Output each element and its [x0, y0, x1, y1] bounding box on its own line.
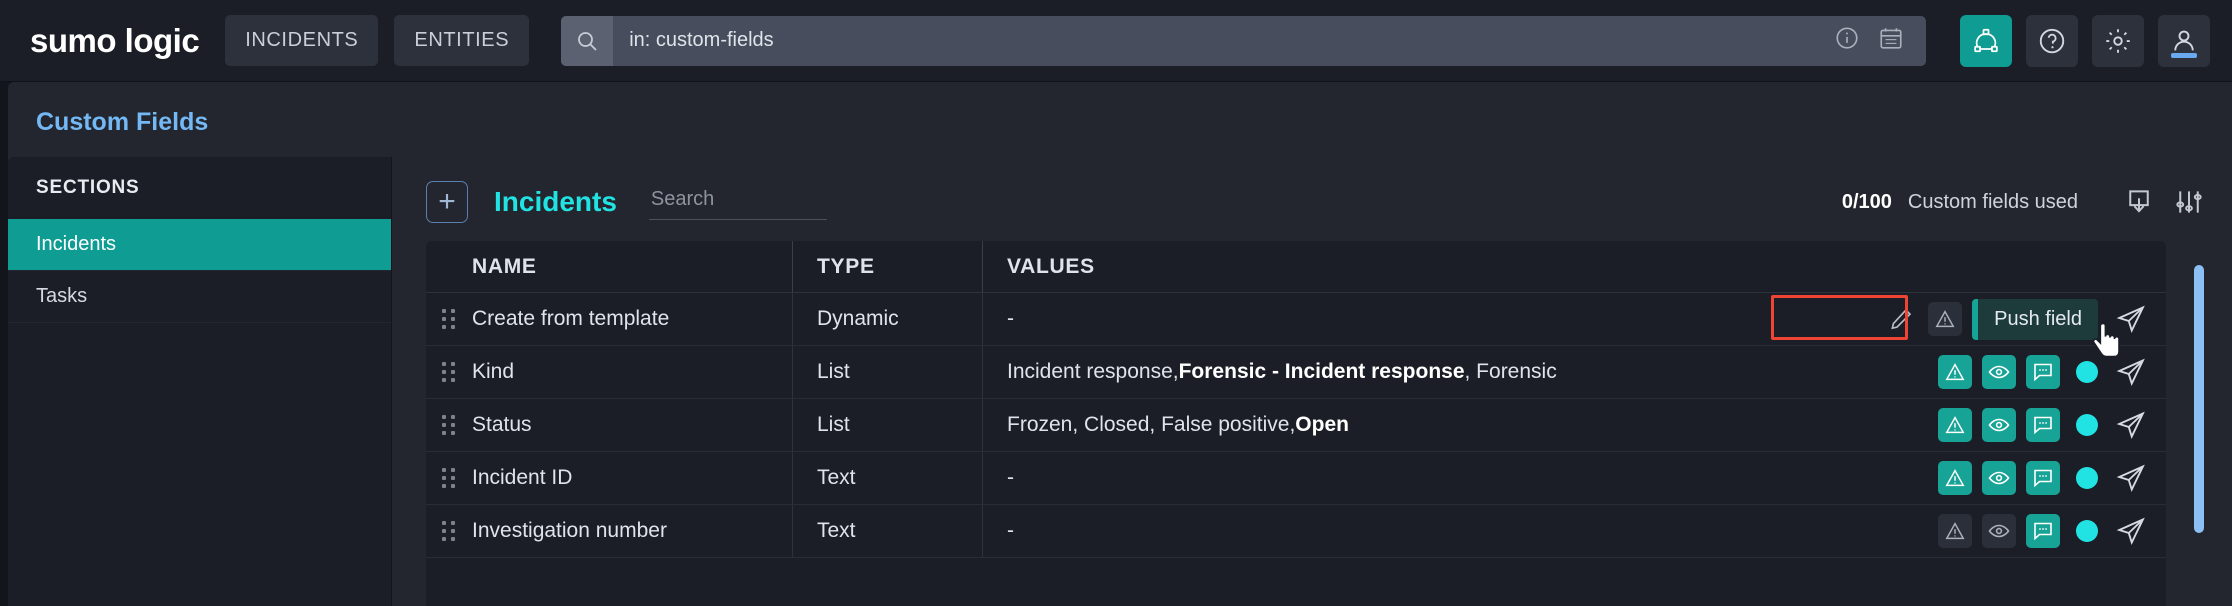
help-icon[interactable] [2026, 15, 2078, 67]
status-dot-icon[interactable] [2076, 520, 2098, 542]
values-bold: Open [1295, 413, 1349, 437]
global-search-input[interactable] [613, 29, 1834, 52]
table-row[interactable]: Create from template Dynamic - [426, 293, 2166, 346]
filter-settings-icon[interactable] [2174, 187, 2204, 217]
table-row[interactable]: Status List Frozen, Closed, False positi… [426, 399, 2166, 452]
field-name: Status [472, 413, 792, 437]
status-dot-icon[interactable] [2076, 361, 2098, 383]
eye-icon[interactable] [1982, 514, 2016, 548]
field-values: Incident response, Forensic - Incident r… [982, 346, 1938, 398]
values-bold: Forensic - Incident response [1179, 360, 1465, 384]
comment-icon[interactable] [2026, 461, 2060, 495]
main-panel: + Incidents 0/100 Custom fields used [392, 157, 2232, 606]
global-search-bar[interactable] [561, 16, 1926, 66]
custom-fields-used-count: 0/100 [1842, 191, 1892, 214]
edit-pencil-icon[interactable] [1884, 302, 1918, 336]
eye-icon[interactable] [1982, 461, 2016, 495]
warning-triangle-icon[interactable] [1938, 461, 1972, 495]
values-plain: Incident response, [1007, 360, 1179, 384]
field-type: Text [792, 505, 982, 557]
values-tail: , Forensic [1465, 360, 1557, 384]
push-field-send-icon[interactable] [2114, 514, 2148, 548]
add-field-button[interactable]: + [426, 181, 468, 223]
push-field-send-icon[interactable] [2114, 355, 2148, 389]
search-icon [561, 16, 613, 66]
network-graph-icon[interactable] [1960, 15, 2012, 67]
drag-handle-icon[interactable] [426, 521, 472, 541]
field-values: - [982, 293, 1884, 345]
table-search-input[interactable] [649, 184, 827, 220]
gear-icon[interactable] [2092, 15, 2144, 67]
field-type: Text [792, 452, 982, 504]
push-field-send-icon[interactable] [2114, 461, 2148, 495]
push-field-send-icon[interactable] [2114, 302, 2148, 336]
row-actions [1938, 408, 2166, 442]
sidebar-item-incidents[interactable]: Incidents [8, 219, 391, 271]
sumo-logic-logo: sumo logic [30, 22, 199, 60]
sections-sidebar: SECTIONS Incidents Tasks [8, 157, 392, 606]
drag-handle-icon[interactable] [426, 362, 472, 382]
warning-triangle-icon[interactable] [1928, 302, 1962, 336]
column-header-type[interactable]: TYPE [792, 241, 982, 292]
row-actions [1938, 355, 2166, 389]
drag-handle-icon[interactable] [426, 415, 472, 435]
comment-icon[interactable] [2026, 514, 2060, 548]
warning-triangle-icon[interactable] [1938, 355, 1972, 389]
section-title: Incidents [494, 186, 617, 218]
push-field-send-icon[interactable] [2114, 408, 2148, 442]
warning-triangle-icon[interactable] [1938, 408, 1972, 442]
status-dot-icon[interactable] [2076, 414, 2098, 436]
column-header-name[interactable]: NAME [472, 255, 792, 279]
field-name: Investigation number [472, 519, 792, 543]
comment-icon[interactable] [2026, 408, 2060, 442]
field-values: - [982, 452, 1938, 504]
custom-fields-used-label: Custom fields used [1908, 191, 2078, 214]
table-toolbar: + Incidents 0/100 Custom fields used [392, 157, 2232, 241]
page-title: Custom Fields [8, 82, 2232, 157]
values-plain: Frozen, Closed, False positive, [1007, 413, 1295, 437]
push-field-tooltip: Push field [1972, 299, 2098, 340]
calendar-icon[interactable] [1878, 25, 1904, 56]
eye-icon[interactable] [1982, 355, 2016, 389]
page-inner: Custom Fields SECTIONS Incidents Tasks +… [8, 82, 2232, 606]
field-type: List [792, 346, 982, 398]
table-row[interactable]: Incident ID Text - [426, 452, 2166, 505]
field-type: Dynamic [792, 293, 982, 345]
field-values: Frozen, Closed, False positive, Open [982, 399, 1938, 451]
nav-tab-incidents[interactable]: INCIDENTS [225, 15, 378, 66]
comment-icon[interactable] [2026, 355, 2060, 389]
drag-handle-icon[interactable] [426, 309, 472, 329]
row-actions [1938, 461, 2166, 495]
row-actions: Push field [1884, 299, 2166, 340]
eye-icon[interactable] [1982, 408, 2016, 442]
push-field-tooltip-wrap: Push field [1972, 299, 2148, 340]
import-icon[interactable] [2124, 187, 2154, 217]
body-split: SECTIONS Incidents Tasks + Incidents 0/1… [8, 157, 2232, 606]
column-header-values[interactable]: VALUES [982, 241, 2166, 292]
field-name: Kind [472, 360, 792, 384]
sidebar-item-tasks[interactable]: Tasks [8, 271, 391, 323]
field-name: Create from template [472, 307, 792, 331]
nav-tab-entities[interactable]: ENTITIES [394, 15, 529, 66]
user-active-indicator [2171, 53, 2197, 58]
field-values: - [982, 505, 1938, 557]
table-row[interactable]: Kind List Incident response, Forensic - … [426, 346, 2166, 399]
table-scrollbar[interactable] [2194, 265, 2204, 533]
info-icon[interactable] [1834, 25, 1860, 56]
warning-triangle-icon[interactable] [1938, 514, 1972, 548]
sidebar-heading: SECTIONS [8, 157, 391, 219]
field-type: List [792, 399, 982, 451]
page-container: Custom Fields SECTIONS Incidents Tasks +… [0, 82, 2232, 606]
field-name: Incident ID [472, 466, 792, 490]
drag-handle-icon[interactable] [426, 468, 472, 488]
user-avatar-icon[interactable] [2158, 15, 2210, 67]
table-row[interactable]: Investigation number Text - [426, 505, 2166, 558]
custom-fields-table: NAME TYPE VALUES Create from template Dy… [426, 241, 2166, 606]
row-actions [1938, 514, 2166, 548]
top-navigation-bar: sumo logic INCIDENTS ENTITIES [0, 0, 2232, 82]
status-dot-icon[interactable] [2076, 467, 2098, 489]
table-header-row: NAME TYPE VALUES [426, 241, 2166, 293]
